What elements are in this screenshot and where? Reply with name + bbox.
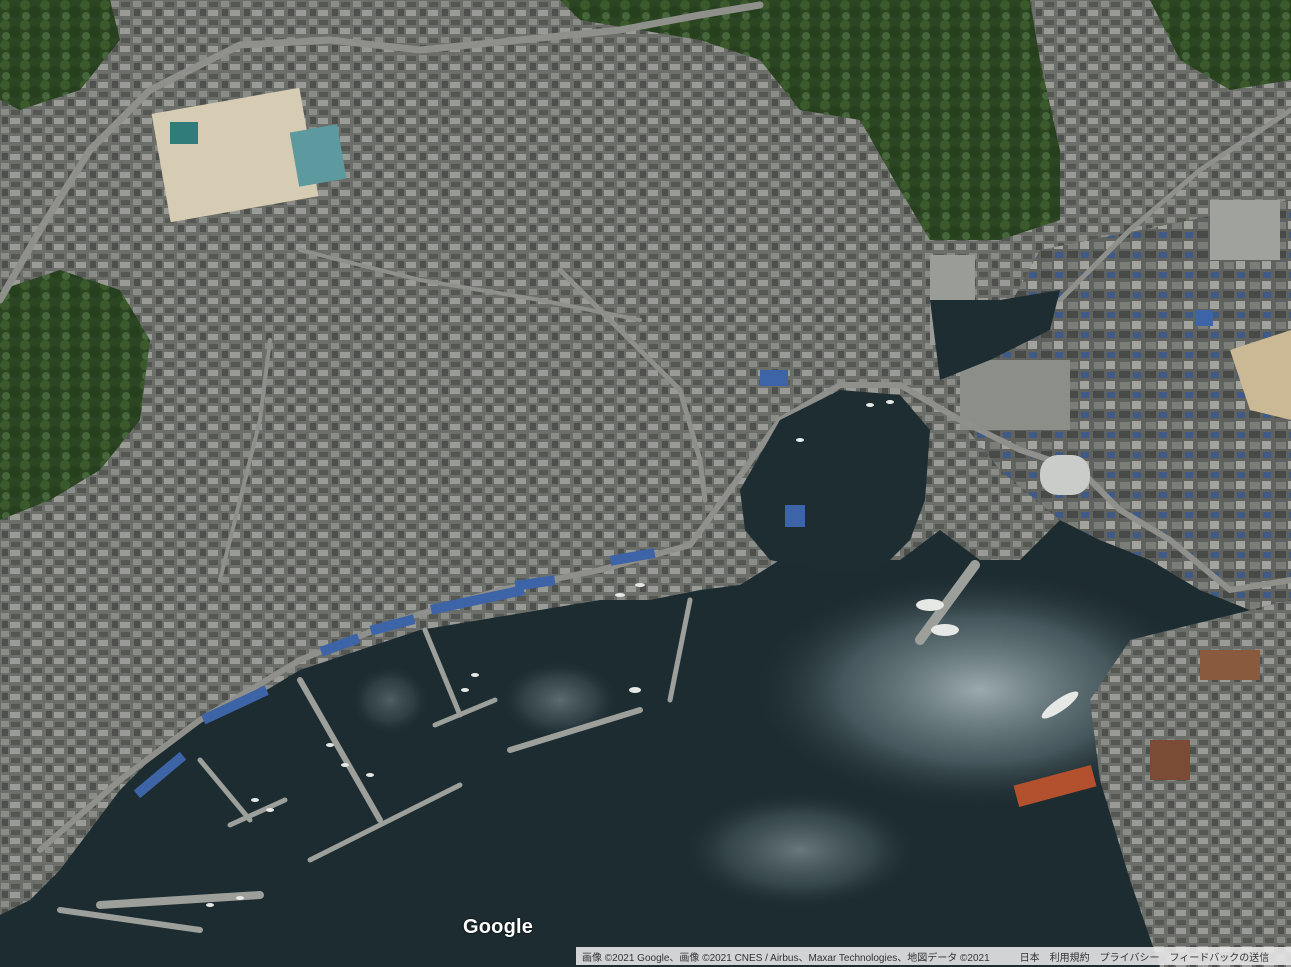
sun-glare-2	[680, 790, 920, 910]
country-link[interactable]: 日本	[1020, 949, 1040, 964]
parking-east	[960, 360, 1070, 430]
feedback-link[interactable]: フィードバックの送信	[1169, 949, 1269, 964]
sports-court	[1210, 200, 1280, 260]
school-roof	[289, 124, 347, 187]
shipyard-crane	[1200, 650, 1260, 680]
sun-glare-3	[500, 660, 620, 740]
attribution-bar: 画像 ©2021 Google、画像 ©2021 CNES / Airbus、M…	[576, 947, 1291, 965]
shipyard-dock	[1150, 740, 1190, 780]
sun-glare-4	[350, 665, 430, 735]
terms-link[interactable]: 利用規約	[1050, 949, 1090, 964]
satellite-map[interactable]	[0, 0, 1291, 967]
ferry-terminal-roof	[1040, 455, 1090, 495]
privacy-link[interactable]: プライバシー	[1100, 949, 1160, 964]
google-logo: Google	[463, 916, 534, 938]
pool	[170, 122, 198, 144]
imagery-attribution: 画像 ©2021 Google、画像 ©2021 CNES / Airbus、M…	[582, 952, 990, 964]
